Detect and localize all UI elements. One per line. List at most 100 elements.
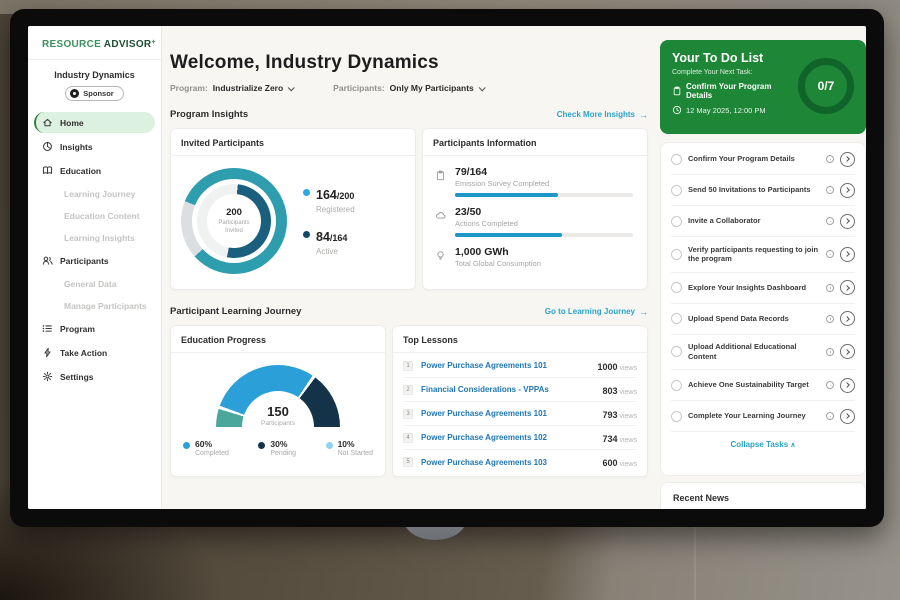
task-checkbox[interactable] [671,185,682,196]
lesson-link[interactable]: Power Purchase Agreements 103 [421,458,602,467]
invited-donut: 200 Participants Invited [181,168,287,274]
sidebar-item-program[interactable]: Program [34,318,155,339]
legend-label: Active [316,247,347,256]
task-open-button[interactable] [840,183,855,198]
todo-tasks-card: Confirm Your Program Details Send 50 Inv… [660,142,866,476]
stat-global-consumption: 1,000 GWh Total Global Consumption [435,246,635,268]
task-open-button[interactable] [840,378,855,393]
collapse-tasks-link[interactable]: Collapse Tasks ∧ [671,432,855,455]
take-action-icon [42,347,53,358]
legend-pending: 30% Pending [258,439,296,457]
todo-title: Your To Do List [672,51,798,65]
sidebar-item-settings[interactable]: Settings [34,366,155,387]
legend-dot [303,231,310,238]
task-row[interactable]: Verify participants requesting to join t… [671,237,855,273]
task-checkbox[interactable] [671,282,682,293]
sidebar-item-learning-insights[interactable]: Learning Insights [34,228,155,247]
task-open-button[interactable] [840,247,855,262]
task-row[interactable]: Upload Additional Educational Content [671,335,855,371]
sidebar-item-label: Program [60,324,95,334]
sidebar-item-manage-participants[interactable]: Manage Participants [34,296,155,315]
views-count: 734 [602,434,617,444]
lesson-link[interactable]: Power Purchase Agreements 102 [421,433,602,442]
learning-journey-header: Participant Learning Journey Go to Learn… [170,306,648,317]
task-open-button[interactable] [840,409,855,424]
program-value: Industrialize Zero [213,83,283,93]
task-checkbox[interactable] [671,346,682,357]
legend-dot [258,442,265,449]
sidebar-item-learning-journey[interactable]: Learning Journey [34,184,155,203]
program-select[interactable]: Program: Industrialize Zero [170,83,293,93]
go-to-learning-journey-link[interactable]: Go to Learning Journey → [545,307,648,317]
task-checkbox[interactable] [671,313,682,324]
monitor-bezel: RESOURCE ADVISOR+ Industry Dynamics Spon… [10,9,884,527]
task-checkbox[interactable] [671,380,682,391]
lesson-row[interactable]: 1 Power Purchase Agreements 101 1000view… [403,354,637,378]
rank-badge: 5 [403,457,413,467]
chevron-right-icon [844,218,850,224]
legend-not-started: 10% Not Started [326,439,373,457]
task-checkbox[interactable] [671,411,682,422]
task-row[interactable]: Complete Your Learning Journey [671,401,855,432]
lesson-link[interactable]: Power Purchase Agreements 101 [421,361,597,370]
task-row[interactable]: Explore Your Insights Dashboard [671,273,855,304]
due-date: 12 May 2025, 12:00 PM [672,105,798,115]
todo-progress-ring: 0/7 [798,58,854,114]
check-more-insights-link[interactable]: Check More Insights → [557,110,648,120]
bulb-icon [435,248,447,268]
task-row[interactable]: Invite a Collaborator [671,206,855,237]
list-icon [42,323,53,334]
due-date-label: 12 May 2025, 12:00 PM [686,106,766,115]
legend-denominator: /164 [330,233,348,243]
participants-label: Participants: [333,83,385,93]
sidebar-item-education[interactable]: Education [34,160,155,181]
task-row[interactable]: Achieve One Sustainability Target [671,370,855,401]
info-icon [826,250,834,258]
participants-select[interactable]: Participants: Only My Participants [333,83,484,93]
gear-icon [42,371,53,382]
lesson-link[interactable]: Financial Considerations - VPPAs [421,385,602,394]
next-task: Confirm Your Program Details [672,82,798,100]
chevron-right-icon [844,316,850,322]
task-label: Upload Additional Educational Content [688,342,820,362]
sidebar-item-label: Insights [60,142,93,152]
gauge-center-label: Participants [216,420,340,427]
sidebar-item-general-data[interactable]: General Data [34,274,155,293]
lesson-row[interactable]: 5 Power Purchase Agreements 103 600views [403,450,637,474]
task-open-button[interactable] [840,344,855,359]
task-checkbox[interactable] [671,154,682,165]
task-open-button[interactable] [840,214,855,229]
sidebar-item-home[interactable]: Home [34,112,155,133]
stat-actions-completed: 23/50 Actions Completed [435,206,635,237]
task-open-button[interactable] [840,152,855,167]
task-row[interactable]: Confirm Your Program Details [671,144,855,175]
task-label: Upload Spend Data Records [688,314,820,324]
task-open-button[interactable] [840,280,855,295]
sidebar-item-take-action[interactable]: Take Action [34,342,155,363]
gauge-legend: 60% Completed 30% Pending [171,439,385,457]
sidebar-item-label: Learning Journey [64,189,135,199]
legend-dot [303,189,310,196]
sponsor-badge[interactable]: Sponsor [65,86,123,101]
sidebar-item-education-content[interactable]: Education Content [34,206,155,225]
org-name: Industry Dynamics [28,70,161,80]
task-row[interactable]: Upload Spend Data Records [671,304,855,335]
lesson-row[interactable]: 3 Power Purchase Agreements 101 793views [403,402,637,426]
task-checkbox[interactable] [671,216,682,227]
sidebar-item-insights[interactable]: Insights [34,136,155,157]
lesson-row[interactable]: 4 Power Purchase Agreements 102 734views [403,426,637,450]
lesson-row[interactable]: 2 Financial Considerations - VPPAs 803vi… [403,378,637,402]
gauge-center-value: 150 [216,404,340,419]
info-icon [826,284,834,292]
sidebar-item-participants[interactable]: Participants [34,250,155,271]
lesson-link[interactable]: Power Purchase Agreements 101 [421,409,602,418]
sidebar-item-label: Take Action [60,348,107,358]
task-open-button[interactable] [840,311,855,326]
content-area: Welcome, Industry Dynamics Program: Indu… [162,26,866,509]
legend-label: Registered [316,205,355,214]
task-checkbox[interactable] [671,249,682,260]
legend-label: Not Started [338,450,373,457]
task-row[interactable]: Send 50 Invitations to Participants [671,175,855,206]
arrow-right-icon: → [639,110,648,120]
task-label: Verify participants requesting to join t… [688,245,820,265]
